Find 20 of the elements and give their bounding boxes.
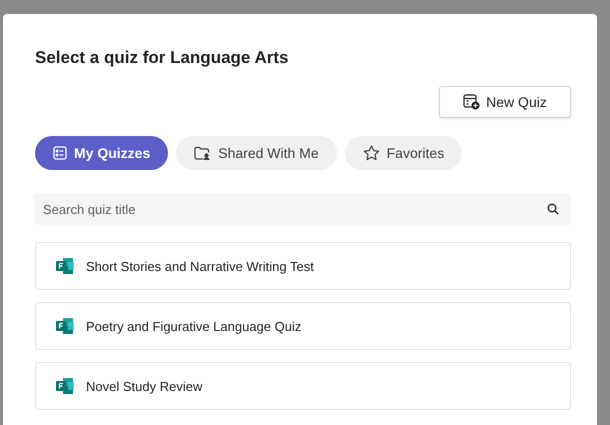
forms-app-icon [56, 378, 74, 394]
quiz-item[interactable]: Short Stories and Narrative Writing Test [35, 242, 571, 290]
quiz-title: Poetry and Figurative Language Quiz [86, 318, 302, 334]
new-quiz-icon [463, 94, 480, 110]
quiz-item[interactable]: Poetry and Figurative Language Quiz [35, 302, 571, 350]
forms-app-icon [56, 258, 74, 274]
filter-tab[interactable]: My Quizzes [35, 136, 168, 170]
quiz-title: Short Stories and Narrative Writing Test [86, 258, 314, 274]
list-icon [53, 146, 67, 160]
filter-tab[interactable]: Shared With Me [176, 136, 337, 170]
shared-folder-icon [194, 146, 212, 160]
star-icon [362, 145, 380, 161]
search-field[interactable]: Search quiz title [35, 193, 571, 225]
quiz-item[interactable]: Novel Study Review [35, 362, 571, 410]
search-icon [547, 203, 559, 215]
new-quiz-button[interactable]: New Quiz [439, 86, 571, 118]
forms-app-icon [56, 318, 74, 334]
quiz-title: Novel Study Review [86, 378, 202, 394]
dialog-title: Select a quiz for Language Arts [35, 48, 290, 68]
filter-tab[interactable]: Favorites [344, 136, 462, 170]
